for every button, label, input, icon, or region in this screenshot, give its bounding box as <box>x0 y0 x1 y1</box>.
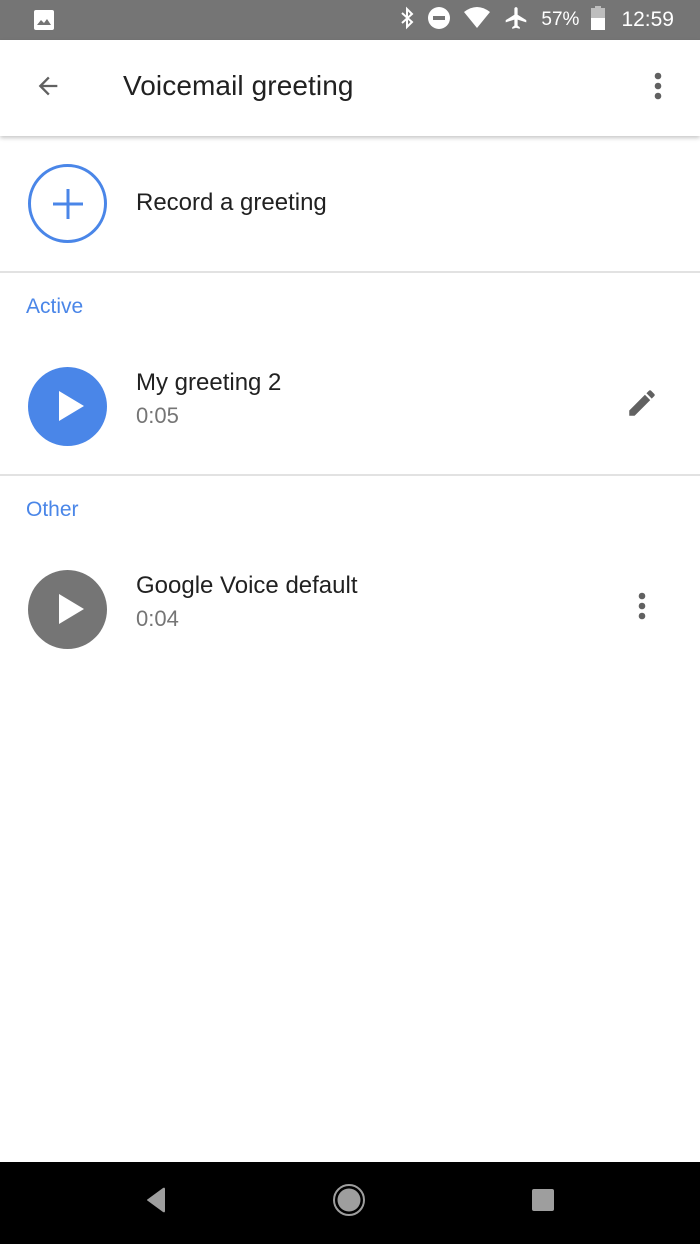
battery-icon <box>591 5 606 35</box>
play-icon <box>59 391 84 421</box>
play-icon <box>59 594 84 624</box>
back-button[interactable] <box>20 64 76 112</box>
app-bar: Voicemail greeting <box>0 40 700 136</box>
image-notification-icon <box>33 9 55 31</box>
record-greeting-label: Record a greeting <box>136 189 327 216</box>
record-greeting-button[interactable]: Record a greeting <box>0 137 700 271</box>
bluetooth-icon <box>399 6 415 35</box>
system-nav-bar <box>0 1162 700 1244</box>
divider <box>0 271 700 273</box>
add-circle-outline-icon <box>28 164 107 243</box>
greeting-duration: 0:04 <box>136 606 179 631</box>
home-circle-icon <box>332 1183 366 1222</box>
greeting-name: My greeting 2 <box>136 369 282 396</box>
nav-recents-button[interactable] <box>515 1180 571 1224</box>
section-header-active: Active <box>26 295 84 318</box>
back-triangle-icon <box>145 1187 167 1218</box>
airplane-mode-icon <box>503 5 529 36</box>
status-icons: 57% 12:59 <box>399 0 674 40</box>
clock: 12:59 <box>621 8 674 31</box>
greeting-more-options-button[interactable] <box>618 584 666 632</box>
greeting-duration: 0:05 <box>136 403 179 428</box>
battery-percent: 57% <box>541 9 580 30</box>
arrow-back-icon <box>34 72 62 105</box>
wifi-icon <box>463 6 491 35</box>
section-header-other: Other <box>26 498 79 521</box>
nav-home-button[interactable] <box>321 1180 377 1224</box>
play-button[interactable] <box>28 570 107 649</box>
play-button[interactable] <box>28 367 107 446</box>
edit-pencil-icon <box>625 386 659 425</box>
greeting-item-google-voice-default[interactable]: Google Voice default 0:04 <box>0 570 700 690</box>
page-title: Voicemail greeting <box>123 70 354 101</box>
status-bar: 57% 12:59 <box>0 0 700 40</box>
more-vert-icon <box>653 72 663 105</box>
overflow-menu-button[interactable] <box>634 64 682 112</box>
nav-back-button[interactable] <box>128 1180 184 1224</box>
more-vert-icon <box>637 592 647 625</box>
do-not-disturb-icon <box>427 6 451 35</box>
recents-square-icon <box>532 1188 554 1216</box>
greeting-item-my-greeting-2[interactable]: My greeting 2 0:05 <box>0 367 700 487</box>
edit-greeting-button[interactable] <box>618 381 666 429</box>
greeting-name: Google Voice default <box>136 572 358 599</box>
divider <box>0 474 700 476</box>
